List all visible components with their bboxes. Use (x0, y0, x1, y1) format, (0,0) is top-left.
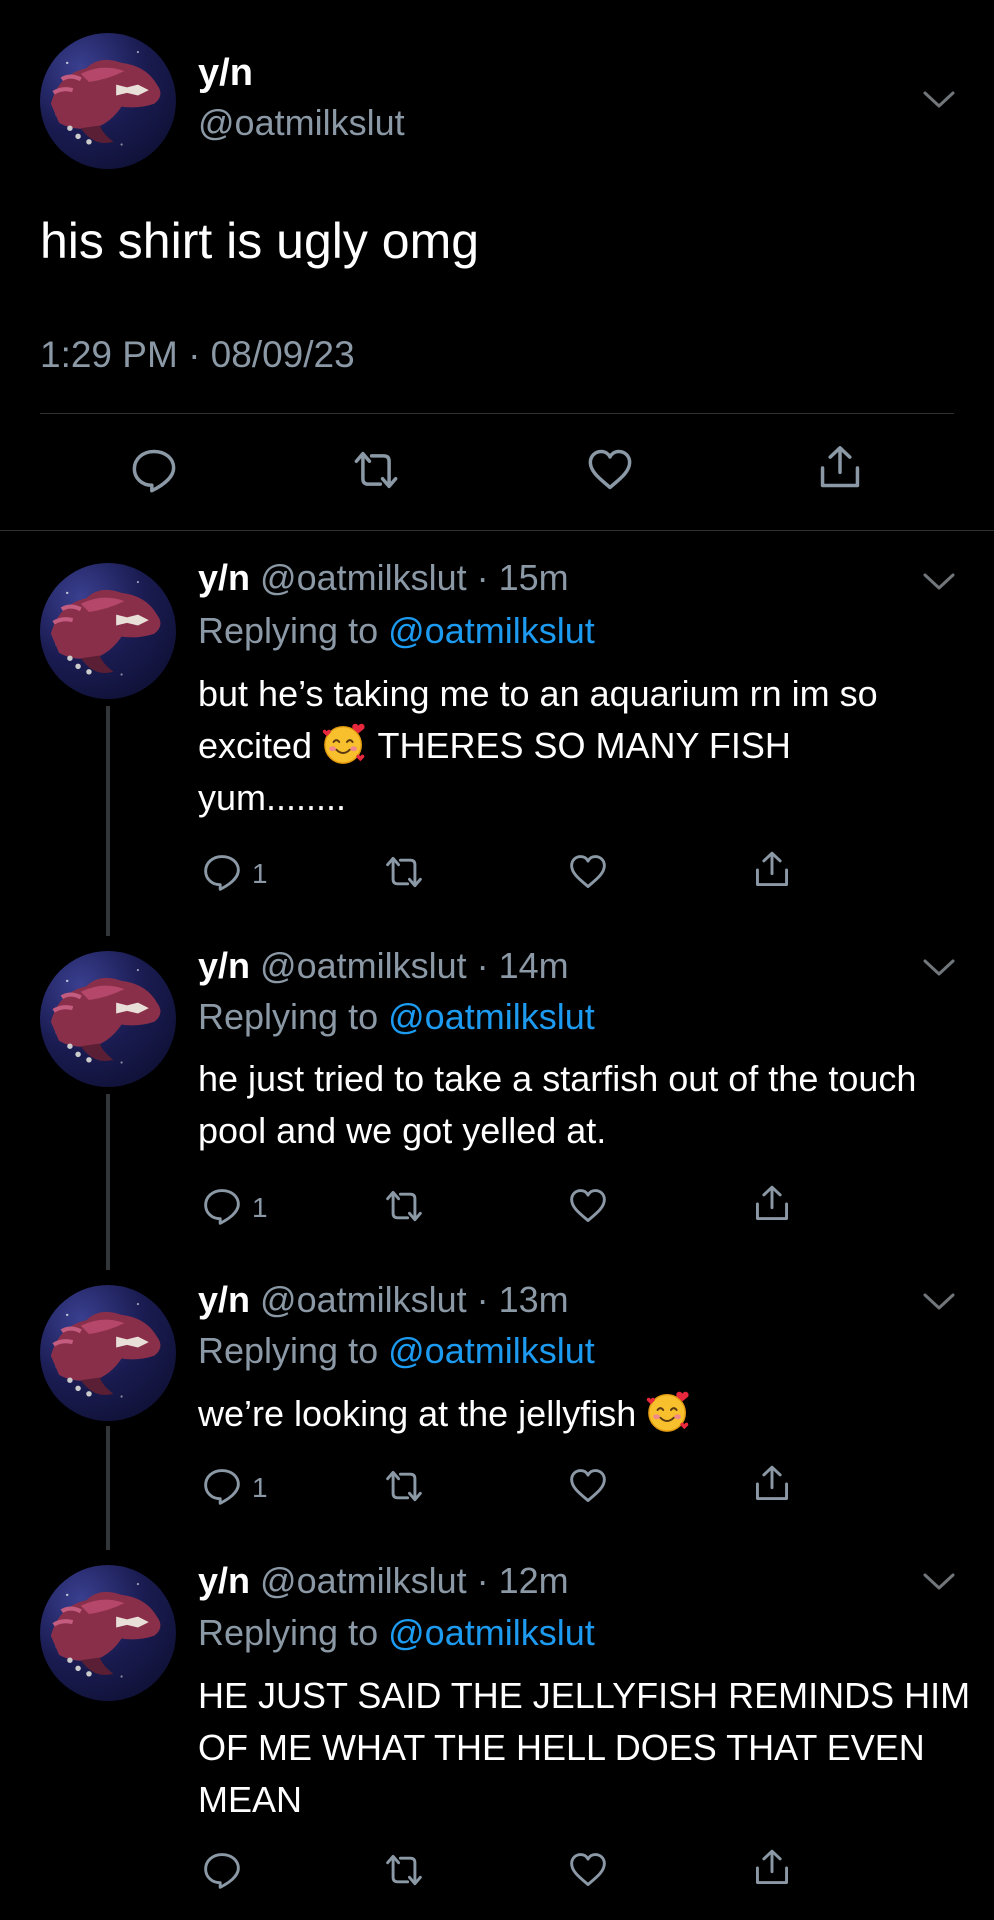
reply-header: y/n @oatmilkslut · 14m (198, 945, 569, 987)
replying-to-label: Replying to (198, 996, 379, 1037)
retweet-icon[interactable] (384, 1850, 424, 1890)
avatar[interactable] (40, 33, 176, 169)
reply-count: 1 (252, 1192, 268, 1223)
like-icon[interactable] (586, 446, 634, 494)
reply-icon[interactable] (130, 446, 178, 494)
avatar[interactable] (40, 563, 176, 699)
display-name[interactable]: y/n (198, 1279, 250, 1320)
retweet-icon[interactable] (384, 852, 424, 892)
avatar-image (40, 563, 176, 699)
like-icon[interactable] (568, 1466, 608, 1506)
share-icon[interactable] (752, 1464, 792, 1504)
display-name[interactable]: y/n (198, 945, 250, 986)
reply-icon[interactable] (202, 1466, 242, 1506)
display-name[interactable]: y/n (198, 557, 250, 598)
thread-line (106, 1426, 110, 1550)
reply-count: 1 (252, 858, 268, 889)
avatar-image (40, 33, 176, 169)
replying-to: Replying to @oatmilkslut (198, 610, 595, 652)
tweet-timestamp: 1:29 PM · 08/09/23 (40, 334, 355, 375)
reply-text: he just tried to take a starfish out of … (198, 1058, 917, 1151)
mention-link[interactable]: @oatmilkslut (388, 1330, 595, 1371)
avatar[interactable] (40, 1285, 176, 1421)
chevron-down-icon[interactable] (922, 958, 956, 978)
handle-and-time: @oatmilkslut · 12m (260, 1560, 569, 1601)
like-icon[interactable] (568, 852, 608, 892)
reply-icon[interactable] (202, 1850, 242, 1890)
replying-to-label: Replying to (198, 610, 379, 651)
chevron-down-icon[interactable] (922, 1292, 956, 1312)
tweet-text: his shirt is ugly omg (40, 213, 480, 269)
retweet-icon[interactable] (352, 446, 400, 494)
reply-text: HE JUST SAID THE JELLYFISH REMINDS HIM O… (198, 1675, 971, 1820)
replying-to: Replying to @oatmilkslut (198, 996, 595, 1038)
retweet-icon[interactable] (384, 1466, 424, 1506)
avatar-image (40, 1565, 176, 1701)
like-icon[interactable] (568, 1186, 608, 1226)
share-icon[interactable] (752, 850, 792, 890)
reply-text-part: we’re looking at the jellyfish (198, 1393, 637, 1434)
chevron-down-icon[interactable] (922, 572, 956, 592)
chevron-down-icon[interactable] (922, 1572, 956, 1592)
smiling-face-with-hearts-icon (322, 720, 368, 766)
share-icon[interactable] (816, 444, 864, 492)
reply-header: y/n @oatmilkslut · 15m (198, 557, 569, 599)
replying-to: Replying to @oatmilkslut (198, 1330, 595, 1372)
thread-line (106, 1094, 110, 1270)
divider (40, 413, 954, 414)
display-name[interactable]: y/n (198, 1560, 250, 1601)
smiling-face-with-hearts-icon (646, 1388, 692, 1434)
replying-to-label: Replying to (198, 1330, 379, 1371)
mention-link[interactable]: @oatmilkslut (388, 996, 595, 1037)
share-icon[interactable] (752, 1184, 792, 1224)
reply-header: y/n @oatmilkslut · 13m (198, 1279, 569, 1321)
thread-line (106, 706, 110, 936)
display-name[interactable]: y/n (198, 52, 253, 95)
avatar-image (40, 1285, 176, 1421)
replying-to-label: Replying to (198, 1612, 379, 1653)
reply-text: we’re looking at the jellyfish (198, 1388, 958, 1440)
handle-and-time: @oatmilkslut · 15m (260, 557, 569, 598)
reply-count: 1 (252, 1472, 268, 1503)
handle-and-time: @oatmilkslut · 13m (260, 1279, 569, 1320)
avatar[interactable] (40, 1565, 176, 1701)
reply-text: but he’s taking me to an aquarium rn im … (198, 668, 938, 824)
reply-icon[interactable] (202, 1186, 242, 1226)
divider (0, 530, 994, 531)
like-icon[interactable] (568, 1850, 608, 1890)
avatar[interactable] (40, 951, 176, 1087)
avatar-image (40, 951, 176, 1087)
mention-link[interactable]: @oatmilkslut (388, 1612, 595, 1653)
chevron-down-icon[interactable] (922, 90, 956, 110)
share-icon[interactable] (752, 1848, 792, 1888)
mention-link[interactable]: @oatmilkslut (388, 610, 595, 651)
user-handle[interactable]: @oatmilkslut (198, 102, 405, 144)
reply-icon[interactable] (202, 852, 242, 892)
reply-header: y/n @oatmilkslut · 12m (198, 1560, 569, 1602)
handle-and-time: @oatmilkslut · 14m (260, 945, 569, 986)
retweet-icon[interactable] (384, 1186, 424, 1226)
replying-to: Replying to @oatmilkslut (198, 1612, 595, 1654)
